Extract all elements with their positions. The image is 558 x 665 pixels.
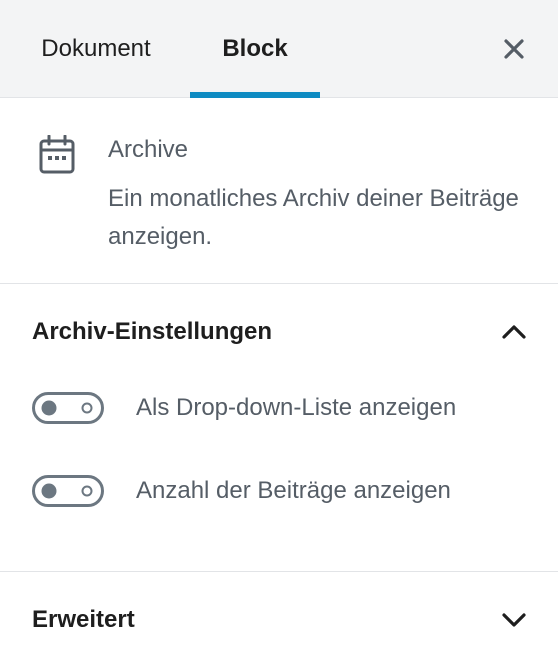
- toggle-row-dropdown: Als Drop-down-Liste anzeigen: [32, 388, 532, 428]
- tab-block[interactable]: Block: [190, 0, 320, 98]
- panel-title: Archiv-Einstellungen: [32, 318, 273, 345]
- advanced-panel-toggle[interactable]: Erweitert: [0, 572, 558, 665]
- block-title: Archive: [108, 136, 189, 163]
- chevron-up-icon: [502, 325, 526, 339]
- archive-settings-toggle[interactable]: Archiv-Einstellungen: [0, 284, 558, 380]
- archive-settings-panel: Archiv-Einstellungen Als Drop-down-Liste…: [0, 284, 558, 572]
- tab-document[interactable]: Dokument: [18, 0, 174, 98]
- chevron-down-icon: [502, 613, 526, 627]
- toggle-row-post-count: Anzahl der Beiträge anzeigen: [32, 471, 532, 511]
- block-description: Ein monatliches Archiv deiner Beiträge a…: [108, 185, 519, 250]
- sidebar-header: Dokument Block: [0, 0, 558, 98]
- close-button[interactable]: [494, 29, 534, 69]
- tab-block-label: Block: [222, 35, 288, 62]
- panel-title: Erweitert: [32, 606, 135, 633]
- calendar-icon: [39, 135, 75, 174]
- post-count-toggle[interactable]: [32, 475, 104, 507]
- dropdown-toggle[interactable]: [32, 392, 104, 424]
- tab-document-label: Dokument: [41, 35, 151, 62]
- block-card: Archive Ein monatliches Archiv deiner Be…: [0, 98, 558, 284]
- toggle-label: Anzahl der Beiträge anzeigen: [136, 477, 451, 504]
- toggle-label: Als Drop-down-Liste anzeigen: [136, 394, 457, 421]
- close-icon: [504, 39, 524, 59]
